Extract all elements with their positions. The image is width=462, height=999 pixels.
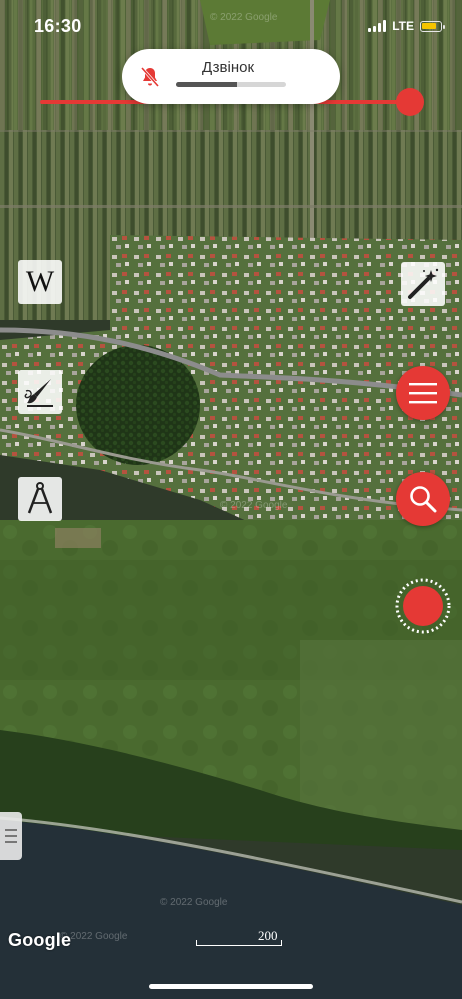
search-icon: [410, 486, 437, 513]
status-time: 16:30: [34, 16, 82, 36]
compass-icon: [27, 482, 53, 514]
volume-label: Дзвінок: [202, 59, 255, 76]
status-bar: 16:30 LTE: [0, 0, 462, 56]
brush-icon: [24, 379, 53, 407]
measure-button[interactable]: [18, 477, 62, 521]
bell-slash-icon: [140, 67, 160, 87]
signal-icon: [368, 20, 387, 32]
wikipedia-button[interactable]: W: [18, 260, 62, 304]
volume-hud: Дзвінок: [122, 49, 340, 104]
scale-line: [196, 940, 282, 946]
record-button[interactable]: [394, 577, 452, 635]
status-indicators: LTE: [368, 19, 445, 33]
google-logo: Google: [8, 930, 72, 950]
magic-button[interactable]: [401, 262, 445, 306]
menu-button[interactable]: [396, 366, 450, 420]
magic-wand-icon: [408, 268, 439, 299]
record-icon: [403, 586, 443, 626]
search-button[interactable]: [396, 472, 450, 526]
progress-knob[interactable]: [396, 88, 424, 116]
battery-icon: [420, 20, 445, 32]
draw-button[interactable]: [18, 370, 62, 414]
network-type: LTE: [392, 19, 414, 33]
menu-icon: [409, 383, 437, 404]
map-watermark: © 2022 Google: [160, 897, 228, 908]
map-watermark: © 2022 Google: [220, 500, 288, 511]
wikipedia-icon: W: [25, 265, 55, 298]
side-panel-handle[interactable]: [0, 812, 22, 860]
volume-level-bar: [176, 82, 286, 87]
home-indicator[interactable]: [149, 984, 313, 989]
